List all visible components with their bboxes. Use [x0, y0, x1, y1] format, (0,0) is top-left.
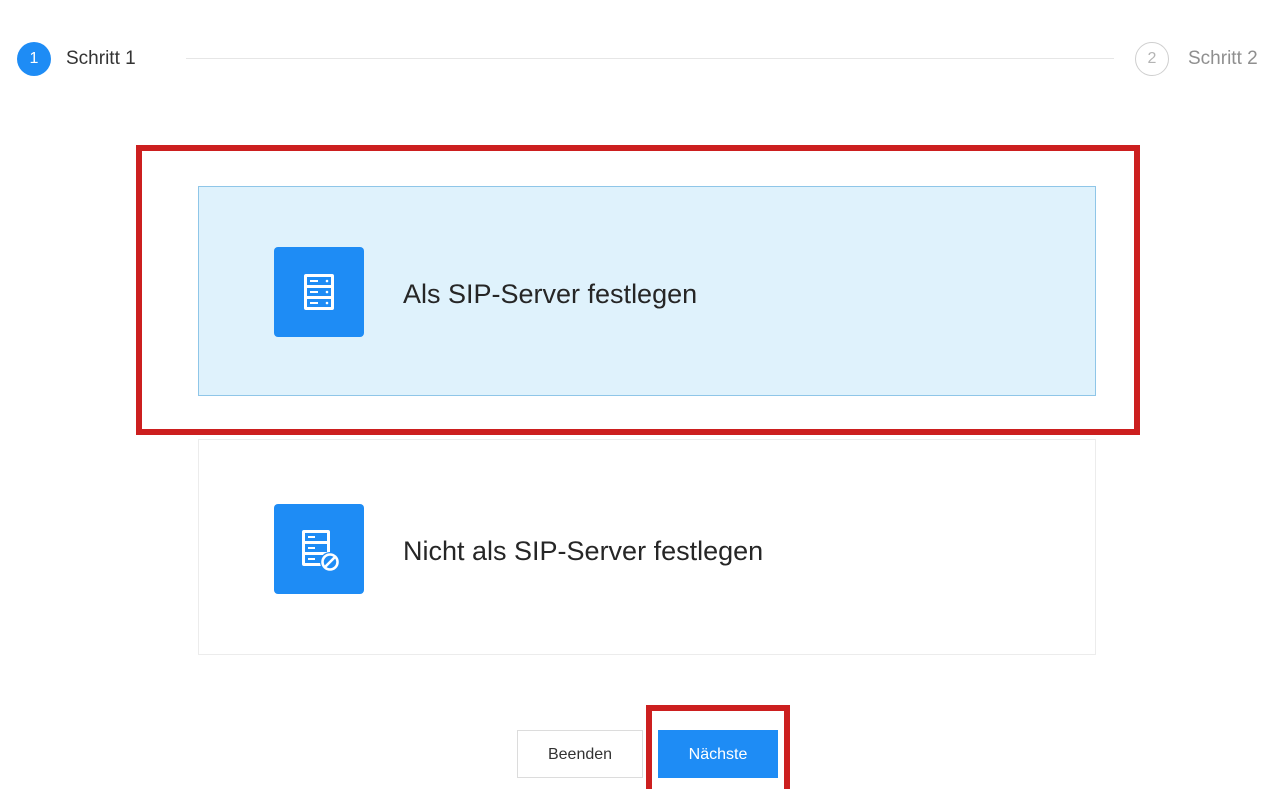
- step-2-indicator: 2: [1135, 42, 1169, 76]
- server-icon: [274, 247, 364, 337]
- sip-server-setup-wizard: 1 Schritt 1 2 Schritt 2 Als SIP-Server f…: [0, 0, 1283, 789]
- next-button[interactable]: Nächste: [658, 730, 778, 778]
- cancel-button[interactable]: Beenden: [517, 730, 643, 778]
- option-not-set-as-sip-server-label: Nicht als SIP-Server festlegen: [403, 536, 764, 566]
- step-2-label: Schritt 2: [1188, 48, 1258, 69]
- server-disabled-icon: [274, 504, 364, 594]
- option-set-as-sip-server-label: Als SIP-Server festlegen: [403, 279, 698, 309]
- stepper-connector-line: [186, 58, 1114, 59]
- option-not-set-as-sip-server[interactable]: Nicht als SIP-Server festlegen: [198, 439, 1096, 655]
- step-1-indicator: 1: [17, 42, 51, 76]
- option-set-as-sip-server[interactable]: Als SIP-Server festlegen: [198, 186, 1096, 396]
- step-1-label: Schritt 1: [66, 48, 136, 69]
- stepper: 1 Schritt 1 2 Schritt 2: [0, 0, 1283, 110]
